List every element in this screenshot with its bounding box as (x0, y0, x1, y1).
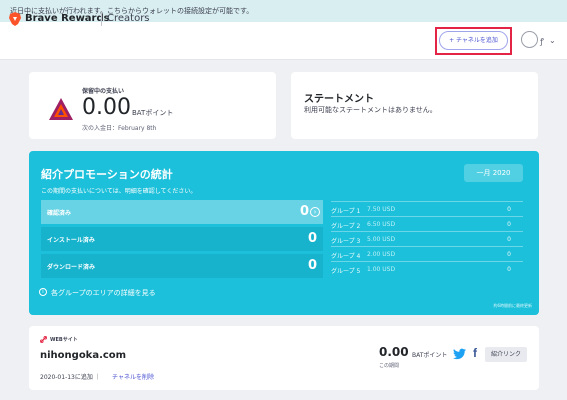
stat-label: 確認済み (47, 210, 72, 217)
stat-value: 0 (299, 204, 309, 219)
group-count: 0 (507, 251, 511, 258)
add-channel-button[interactable]: + チャネルを追加 (439, 31, 508, 50)
twitter-icon[interactable] (453, 348, 466, 360)
channel-name: nihongoka.com (40, 350, 127, 361)
chevron-down-icon[interactable]: ⌄ (549, 36, 556, 45)
channel-amount: 0.00 (379, 345, 409, 359)
channel-card: WEBサイト nihongoka.com 2020-01-13に追加 ｜ チャネ… (29, 326, 539, 390)
stat-value: 0 (307, 231, 317, 246)
group-name: グループ 4 (331, 253, 361, 260)
group-row: グループ 1 7.50 USD 0 (331, 201, 523, 216)
stat-label: ダウンロード済み (47, 264, 96, 271)
group-name: グループ 2 (331, 223, 361, 230)
next-deposit-date: 次の入金日：February 8th (82, 125, 157, 132)
last-updated-text: 約6時間前に最終更新 (493, 303, 532, 308)
stat-row-confirmed[interactable]: 確認済み 0 › (41, 200, 323, 224)
user-avatar-icon[interactable] (521, 31, 538, 48)
group-row: グループ 5 1.00 USD 0 (331, 261, 523, 276)
pending-payout-label: 保留中の支払い (82, 88, 125, 95)
group-row: グループ 3 5.00 USD 0 (331, 231, 523, 246)
bat-triangle-icon (49, 98, 73, 120)
chevron-right-circle-icon[interactable]: › (310, 207, 320, 217)
channel-period-label: この期間 (379, 363, 400, 369)
group-rate: 2.00 USD (367, 251, 396, 258)
info-icon[interactable]: i (39, 288, 47, 296)
group-count: 0 (507, 266, 511, 273)
channel-added-date: 2020-01-13に追加 ｜ (40, 374, 101, 381)
bat-unit-label: BATポイント (132, 109, 174, 117)
group-rate: 6.50 USD (367, 221, 396, 228)
channel-bat-unit: BATポイント (412, 352, 448, 359)
stat-value: 0 (307, 258, 317, 273)
pending-payout-card: 保留中の支払い 0.00 BATポイント 次の入金日：February 8th (29, 72, 276, 139)
statement-empty-text: 利用可能なステートメントはありません。 (304, 106, 437, 114)
facebook-icon[interactable]: f (473, 346, 477, 360)
group-count: 0 (507, 236, 511, 243)
group-name: グループ 3 (331, 238, 361, 245)
group-count: 0 (507, 206, 511, 213)
section-label: Creators (107, 13, 150, 24)
group-rate: 5.00 USD (367, 236, 396, 243)
channel-type-label: WEBサイト (50, 337, 78, 343)
statement-title: ステートメント (304, 94, 374, 105)
pending-payout-amount: 0.00 (82, 95, 131, 120)
group-rate: 7.50 USD (367, 206, 396, 213)
brand-name[interactable]: Brave Rewards (25, 12, 110, 26)
stat-row-downloaded: ダウンロード済み 0 (41, 254, 323, 278)
brave-lion-logo-icon (9, 12, 21, 26)
stat-row-installed: インストール済み 0 (41, 227, 323, 251)
remove-channel-link[interactable]: チャネルを削除 (112, 372, 154, 381)
link-icon (40, 336, 47, 343)
month-selector-button[interactable]: 一月 2020 (464, 164, 523, 182)
group-rate: 1.00 USD (367, 266, 396, 273)
referral-stats-subtitle: この期間の支払いについては、明細を確認してください。 (41, 188, 197, 195)
account-icon[interactable]: ꝭ (540, 36, 544, 47)
brand-divider (101, 12, 102, 26)
statement-card: ステートメント 利用可能なステートメントはありません。 (291, 72, 538, 139)
group-row: グループ 2 6.50 USD 0 (331, 216, 523, 231)
group-row: グループ 4 2.00 USD 0 (331, 246, 523, 261)
group-name: グループ 1 (331, 208, 361, 215)
referral-stats-panel: 紹介プロモーションの統計 この期間の支払いについては、明細を確認してください。 … (29, 151, 539, 315)
stat-label: インストール済み (47, 237, 95, 244)
group-details-link[interactable]: 各グループのエリアの詳細を見る (51, 288, 156, 298)
group-count: 0 (507, 221, 511, 228)
group-name: グループ 5 (331, 268, 361, 275)
referral-link-button[interactable]: 紹介リンク (485, 347, 527, 362)
referral-stats-title: 紹介プロモーションの統計 (41, 168, 173, 181)
